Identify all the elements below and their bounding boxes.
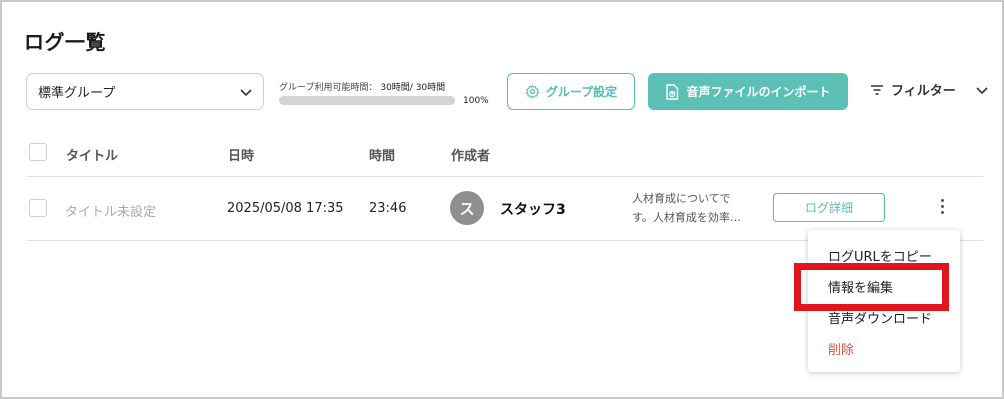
group-select-value: 標準グループ xyxy=(38,86,116,101)
usage-progress-bar xyxy=(279,96,455,105)
row-title: タイトル未設定 xyxy=(65,205,157,220)
row-summary: 人材育成についてで す。人材育成を効率… xyxy=(632,189,756,227)
row-summary-line1: 人材育成についてで xyxy=(632,192,731,205)
log-detail-button[interactable]: ログ詳細 xyxy=(773,193,885,222)
file-upload-icon xyxy=(666,83,679,100)
menu-item-delete[interactable]: 削除 xyxy=(828,339,854,358)
select-all-checkbox[interactable] xyxy=(29,143,47,161)
group-settings-label: グループ設定 xyxy=(545,85,618,99)
row-creator: スタッフ3 xyxy=(500,202,566,218)
more-options-icon[interactable] xyxy=(935,197,949,219)
usage-progress-fill xyxy=(279,96,455,105)
column-header-creator[interactable]: 作成者 xyxy=(451,145,490,164)
usage-percent: 100% xyxy=(463,96,489,106)
group-select[interactable]: 標準グループ xyxy=(26,73,264,110)
chevron-down-icon xyxy=(976,86,988,94)
row-duration: 23:46 xyxy=(369,201,407,216)
page-title: ログ一覧 xyxy=(24,30,106,54)
usage-value: 30時間/ 30時間 xyxy=(380,83,446,93)
gear-icon xyxy=(525,84,540,99)
row-summary-line2: す。人材育成を効率… xyxy=(632,211,741,224)
filter-toggle[interactable]: フィルター xyxy=(870,80,989,99)
import-audio-button[interactable]: 音声ファイルのインポート xyxy=(648,73,848,110)
import-audio-label: 音声ファイルのインポート xyxy=(686,85,831,99)
avatar: ス xyxy=(450,191,484,225)
filter-icon xyxy=(871,84,883,95)
chevron-down-icon xyxy=(240,89,252,97)
row-datetime: 2025/05/08 17:35 xyxy=(227,201,344,216)
highlight-box xyxy=(794,263,949,311)
table-divider xyxy=(26,176,983,177)
column-header-title[interactable]: タイトル xyxy=(66,145,118,164)
row-checkbox[interactable] xyxy=(29,199,47,217)
column-header-datetime[interactable]: 日時 xyxy=(228,145,254,164)
usage-label: グループ利用可能時間： 30時間/ 30時間 xyxy=(279,83,446,93)
group-settings-button[interactable]: グループ設定 xyxy=(507,73,635,110)
column-header-duration[interactable]: 時間 xyxy=(369,145,395,164)
filter-label: フィルター xyxy=(891,84,956,99)
